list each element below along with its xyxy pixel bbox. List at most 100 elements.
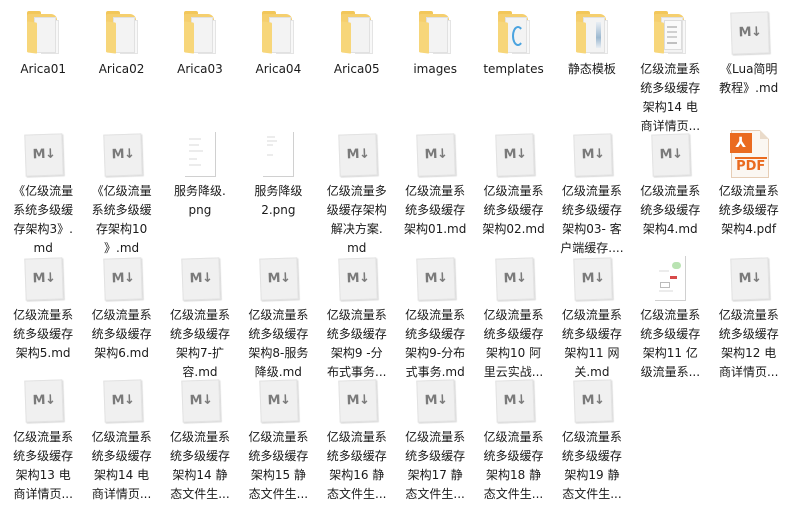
markdown-file-icon: M↓ xyxy=(176,254,224,302)
markdown-glyph: M↓ xyxy=(581,270,605,287)
file-item[interactable]: M↓ 亿级流量系 统多级缓存 架构4.md xyxy=(631,122,709,258)
markdown-glyph: M↓ xyxy=(110,392,135,409)
file-item[interactable]: M↓ 亿级流量系 统多级缓存 架构11 网关.md xyxy=(553,246,631,382)
folder-front-shape xyxy=(183,21,194,54)
file-item[interactable]: Arica02 xyxy=(82,0,160,136)
file-name-line: 系统多级缓 xyxy=(91,203,152,217)
file-item[interactable]: M↓ 亿级流量系 统多级缓存 架构19 静态文件生... xyxy=(553,368,631,504)
file-name-line: 亿级流量系 xyxy=(248,308,309,322)
file-name-line: 商详情页... xyxy=(718,365,779,379)
file-name: 亿级流量系 统多级缓存 架构16 静态文件生... xyxy=(321,428,393,504)
file-item[interactable]: Arica03 xyxy=(161,0,239,136)
file-name: templates xyxy=(478,60,550,79)
md-page-shape: M↓ xyxy=(416,379,456,423)
markdown-glyph: M↓ xyxy=(502,392,527,409)
md-page-shape: M↓ xyxy=(416,133,456,177)
folder-icon xyxy=(176,8,224,56)
file-name-line: 亿级流量系 xyxy=(640,62,701,76)
file-item[interactable]: images xyxy=(396,0,474,136)
file-name-line: 架构13 电 xyxy=(15,468,71,482)
file-item[interactable]: M↓ 亿级流量系 统多级缓存 架构02.md xyxy=(474,122,552,258)
markdown-glyph: M↓ xyxy=(267,392,292,409)
file-item[interactable]: 亿级流量系 统多级缓存 架构11 亿级流量系... xyxy=(631,246,709,382)
file-item[interactable]: 静态模板 xyxy=(553,0,631,136)
file-item[interactable]: M↓ 亿级流量系 统多级缓存 架构13 电商详情页... xyxy=(4,368,82,504)
file-item[interactable]: M↓ 亿级流量系 统多级缓存 架构16 静态文件生... xyxy=(318,368,396,504)
file-item[interactable]: 亿级流量系 统多级缓存 架构14 电商详情页... xyxy=(631,0,709,136)
file-name-line: 统多级缓存 xyxy=(640,327,701,341)
markdown-file-icon: M↓ xyxy=(98,130,146,178)
markdown-file-icon: M↓ xyxy=(725,8,773,56)
file-item[interactable]: M↓ 亿级流量系 统多级缓存 架构10 阿里云实战... xyxy=(474,246,552,382)
markdown-glyph: M↓ xyxy=(502,146,527,163)
file-item[interactable]: M↓ 亿级流量系 统多级缓存 架构9-分布 式事务.md xyxy=(396,246,474,382)
markdown-file-icon: M↓ xyxy=(254,376,302,424)
markdown-file-icon: M↓ xyxy=(490,130,538,178)
folder-paper-shape xyxy=(34,17,57,53)
folder-icon xyxy=(19,8,67,56)
file-item[interactable]: M↓ 亿级流量系 统多级缓存 架构8-服务 降级.md xyxy=(239,246,317,382)
file-item[interactable]: M↓ 亿级流量系 统多级缓存 架构01.md xyxy=(396,122,474,258)
file-item[interactable]: M↓ 亿级流量系 统多级缓存 架构18 静态文件生... xyxy=(474,368,552,504)
file-item[interactable]: M↓ 亿级流量系 统多级缓存 架构6.md xyxy=(82,246,160,382)
file-name-line: 亿级流量系 xyxy=(640,308,701,322)
file-name-line: 亿级流量系 xyxy=(91,308,152,322)
md-page-shape: M↓ xyxy=(259,257,300,301)
md-page-shape: M↓ xyxy=(24,257,64,301)
file-name: Arica05 xyxy=(321,60,393,79)
markdown-file-icon: M↓ xyxy=(725,254,773,302)
markdown-file-icon: M↓ xyxy=(490,376,538,424)
file-item[interactable]: M↓ 《Lua简明 教程》.md xyxy=(710,0,788,136)
file-name-line: 态文件生... xyxy=(327,487,387,501)
thumbnail-line xyxy=(267,154,274,156)
file-name-line: 统多级缓存 xyxy=(561,327,622,341)
file-name-line: Arica02 xyxy=(98,62,145,76)
file-item[interactable]: M↓ 亿级流量系 统多级缓存 架构12 电商详情页... xyxy=(710,246,788,382)
file-item[interactable]: M↓ 亿级流量系 统多级缓存 架构5.md xyxy=(4,246,82,382)
file-item[interactable]: Arica01 xyxy=(4,0,82,136)
markdown-glyph: M↓ xyxy=(267,270,292,287)
file-name: 亿级流量系 统多级缓存 架构13 电商详情页... xyxy=(7,428,79,504)
file-item[interactable]: M↓ 亿级流量系 统多级缓存 架构9 -分 布式事务... xyxy=(318,246,396,382)
folder-front-shape xyxy=(575,21,586,54)
file-item[interactable]: M↓ 亿级流量系 统多级缓存 架构17 静态文件生... xyxy=(396,368,474,504)
file-item[interactable]: M↓ 《亿级流量 系统多级缓 存架构3》. md xyxy=(4,122,82,258)
file-item[interactable]: M↓ 亿级流量系 统多级缓存 架构7-扩 容.md xyxy=(161,246,239,382)
folder-front-shape xyxy=(27,21,38,54)
file-name-line: 静态模板 xyxy=(567,62,616,76)
file-item[interactable]: Arica05 xyxy=(318,0,396,136)
file-item[interactable]: 服务降级. png xyxy=(161,122,239,258)
thumbnail-line xyxy=(659,290,674,292)
folder-paper-shape xyxy=(190,17,213,53)
file-item[interactable]: ⅄ PDF 亿级流量系 统多级缓存 架构4.pdf xyxy=(710,122,788,258)
file-name-line: 态文件生... xyxy=(170,487,230,501)
file-name-line: 统多级缓存 xyxy=(13,449,74,463)
file-item[interactable]: templates xyxy=(474,0,552,136)
folder-icon xyxy=(98,8,146,56)
file-name: 亿级流量系 统多级缓存 架构12 电商详情页... xyxy=(713,306,785,382)
file-item[interactable]: M↓ 亿级流量系 统多级缓存 架构15 静态文件生... xyxy=(239,368,317,504)
file-name-line: 解决方案. xyxy=(330,222,383,236)
file-name-line: 统多级缓存 xyxy=(248,327,309,341)
file-item[interactable]: 服务降级 2.png xyxy=(239,122,317,258)
file-item[interactable]: M↓ 亿级流量系 统多级缓存 架构14 电商详情页... xyxy=(82,368,160,504)
markdown-glyph: M↓ xyxy=(189,270,213,287)
file-name-line: 亿级流量系 xyxy=(483,430,544,444)
pdf-file-icon: ⅄ PDF xyxy=(725,130,773,178)
diagram-node xyxy=(660,282,671,288)
folder-preview-shape xyxy=(664,20,683,50)
md-page-shape: M↓ xyxy=(338,133,378,177)
markdown-file-icon: M↓ xyxy=(333,130,381,178)
file-item[interactable]: Arica04 xyxy=(239,0,317,136)
file-item[interactable]: M↓ 亿级流量多 级缓存架构 解决方案. md xyxy=(318,122,396,258)
file-item[interactable]: M↓ 《亿级流量 系统多级缓 存架构10 》.md xyxy=(82,122,160,258)
file-name-line: 统多级缓存 xyxy=(718,327,779,341)
file-item[interactable]: M↓ 亿级流量系 统多级缓存 架构14 静态文件生... xyxy=(161,368,239,504)
file-row: Arica01 Arica02 Arica03 Arica04 Arica05 image… xyxy=(4,0,788,136)
file-name-line: Arica01 xyxy=(20,62,67,76)
file-name-line: 亿级流量系 xyxy=(326,430,387,444)
md-page-shape: M↓ xyxy=(416,257,456,301)
file-name-line: Arica05 xyxy=(333,62,380,76)
file-item[interactable]: M↓ 亿级流量系 统多级缓存 架构03- 客户端缓存.... xyxy=(553,122,631,258)
file-name-line: 态文件生... xyxy=(483,487,544,501)
